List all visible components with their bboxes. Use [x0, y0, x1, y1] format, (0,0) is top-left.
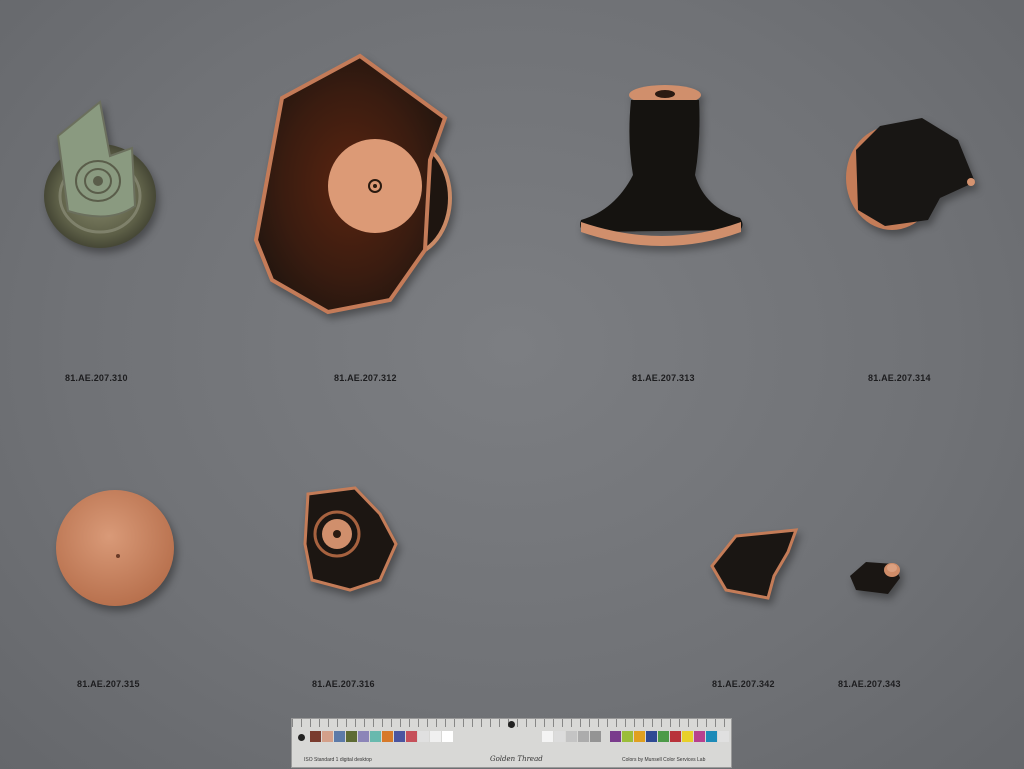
card-note-right: Colors by Munsell Color Services Lab [622, 757, 706, 763]
label-316: 81.AE.207.316 [312, 679, 375, 689]
card-note-left: ISO Standard 1 digital desktop [304, 757, 372, 763]
color-patch-5 [370, 731, 381, 742]
color-patch-0 [310, 731, 321, 742]
gray-scale-row [542, 731, 602, 742]
label-310: 81.AE.207.310 [65, 373, 128, 383]
label-312: 81.AE.207.312 [334, 373, 397, 383]
card-hole-left [298, 734, 305, 741]
artifact-342-image [710, 528, 799, 600]
gray-patch-1 [554, 731, 565, 742]
color-patch-b-6 [682, 731, 693, 742]
color-patch-8 [406, 731, 417, 742]
label-314: 81.AE.207.314 [868, 373, 931, 383]
artifact-312-image [253, 53, 452, 315]
color-patch-b-8 [706, 731, 717, 742]
color-patch-b-1 [622, 731, 633, 742]
gray-patch-3 [578, 731, 589, 742]
color-patch-2 [334, 731, 345, 742]
color-patch-b-4 [658, 731, 669, 742]
color-patch-b-9 [718, 731, 729, 742]
label-343: 81.AE.207.343 [838, 679, 901, 689]
color-patch-b-2 [634, 731, 645, 742]
artifact-343-image [850, 562, 900, 594]
color-patch-row-right [610, 731, 730, 742]
label-342: 81.AE.207.342 [712, 679, 775, 689]
color-patch-4 [358, 731, 369, 742]
gray-patch-0 [542, 731, 553, 742]
color-patch-row-left [310, 731, 454, 742]
label-315: 81.AE.207.315 [77, 679, 140, 689]
color-patch-6 [382, 731, 393, 742]
gray-patch-2 [566, 731, 577, 742]
artifact-315-image [56, 490, 174, 606]
color-patch-9 [418, 731, 429, 742]
card-brand: Golden Thread [490, 755, 543, 763]
color-patch-b-0 [610, 731, 621, 742]
color-patch-7 [394, 731, 405, 742]
color-patch-1 [322, 731, 333, 742]
color-patch-b-3 [646, 731, 657, 742]
artifact-314-image [846, 118, 975, 230]
artifact-313-image [580, 85, 743, 246]
artifact-310-image [44, 100, 156, 248]
artifact-316-image [303, 486, 398, 592]
color-patch-b-7 [694, 731, 705, 742]
card-hole-center [508, 721, 515, 728]
gray-patch-4 [590, 731, 601, 742]
color-patch-b-5 [670, 731, 681, 742]
color-checker-card: ISO Standard 1 digital desktop Golden Th… [291, 718, 732, 768]
color-patch-3 [346, 731, 357, 742]
label-313: 81.AE.207.313 [632, 373, 695, 383]
color-patch-11 [442, 731, 453, 742]
color-patch-10 [430, 731, 441, 742]
